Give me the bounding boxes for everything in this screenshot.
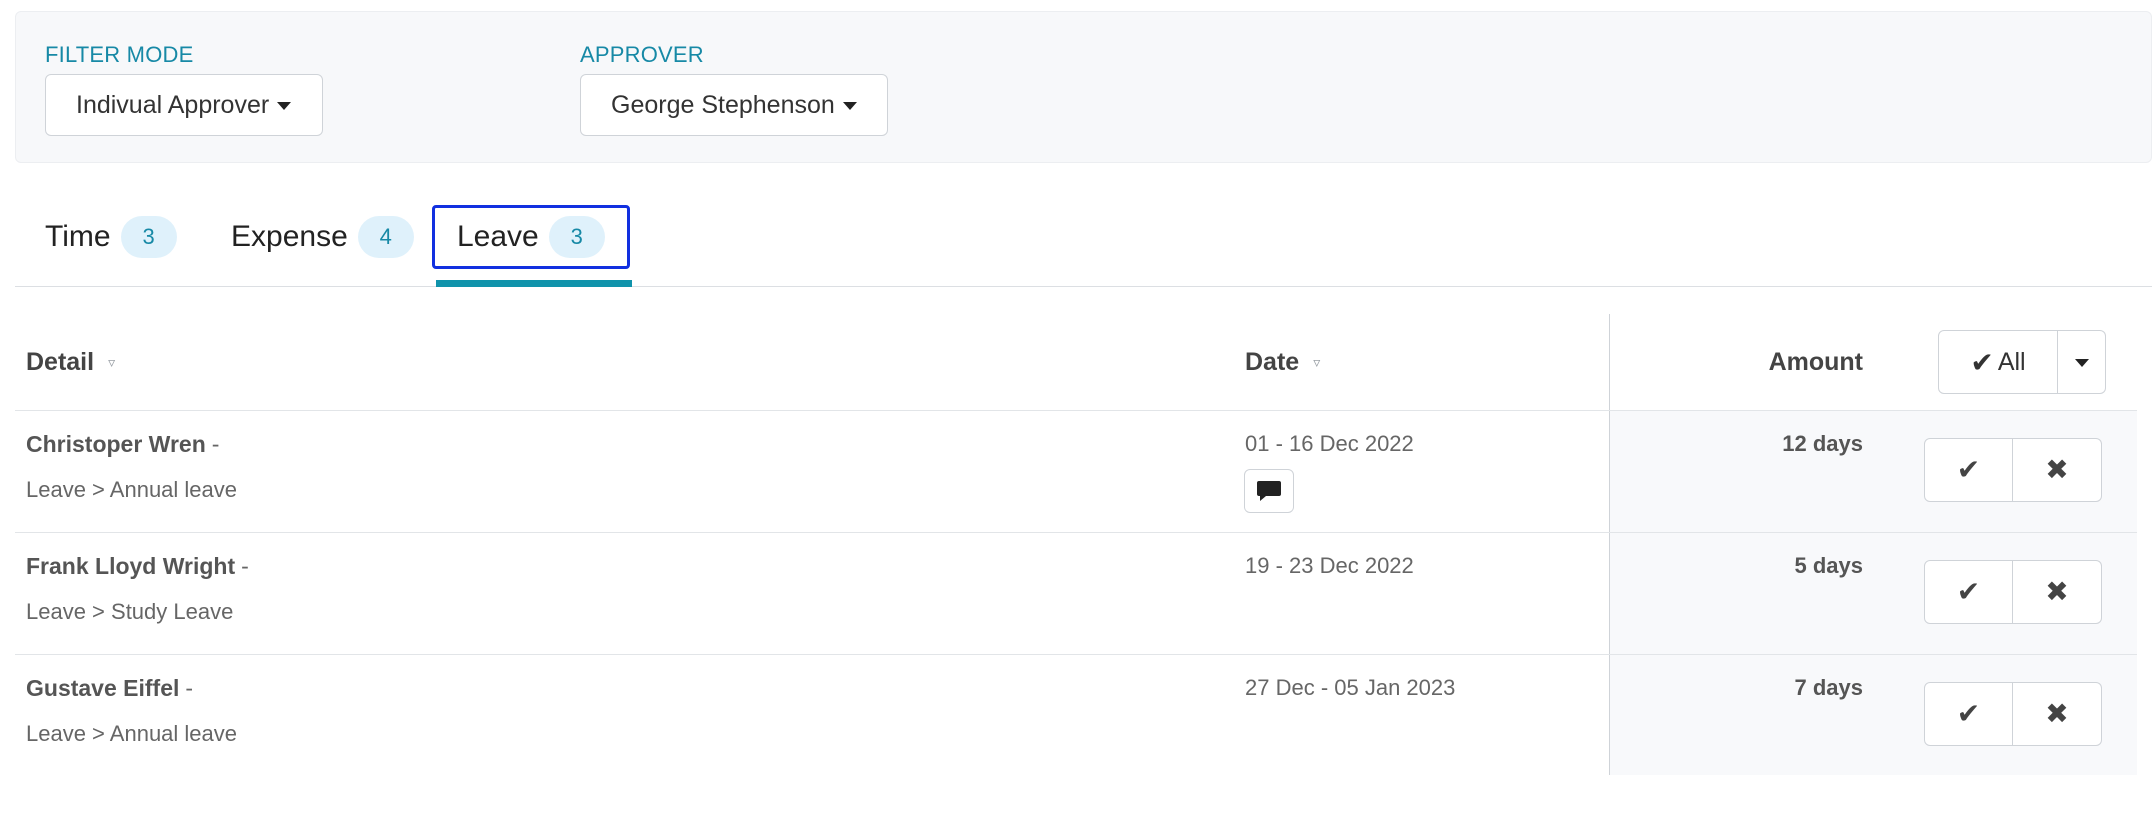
employee-name: Frank Lloyd Wright - bbox=[26, 553, 249, 579]
filter-mode-dropdown[interactable]: Indivual Approver bbox=[45, 74, 323, 136]
reject-button[interactable]: ✖ bbox=[2013, 682, 2102, 746]
detail-header-label: Detail bbox=[26, 348, 95, 376]
count-badge: 3 bbox=[120, 216, 177, 258]
sort-icon: ▿ bbox=[1313, 354, 1321, 370]
filter-panel: FILTER MODE Indivual Approver APPROVER G… bbox=[15, 11, 2152, 163]
amount-header-label: Amount bbox=[1768, 348, 1863, 376]
tab-label: Time bbox=[45, 220, 111, 253]
leave-approval-table: Detail ▿ Date ▿ Amount ✔ All Christoper … bbox=[15, 314, 2137, 777]
filter-mode-label: FILTER MODE bbox=[45, 42, 194, 67]
x-icon: ✖ bbox=[2045, 698, 2069, 729]
check-icon: ✔ bbox=[1956, 576, 1981, 607]
leave-amount: 5 days bbox=[1794, 553, 1864, 578]
leave-date: 01 - 16 Dec 2022 bbox=[1245, 431, 1414, 456]
table-header: Detail ▿ Date ▿ Amount ✔ All bbox=[15, 314, 2137, 411]
table-row: Christoper Wren - Leave > Annual leave 01… bbox=[15, 411, 2137, 533]
approve-button[interactable]: ✔ bbox=[1924, 438, 2013, 502]
row-actions: ✔ ✖ bbox=[1924, 682, 2102, 746]
approve-all-button[interactable]: ✔ All bbox=[1938, 330, 2058, 394]
tab-time[interactable]: Time 3 bbox=[45, 205, 177, 269]
tab-label: Expense bbox=[231, 220, 348, 253]
active-tab-indicator bbox=[436, 280, 632, 287]
x-icon: ✖ bbox=[2045, 454, 2069, 485]
leave-category: Leave > Annual leave bbox=[26, 721, 238, 746]
approve-all-label: All bbox=[1997, 347, 2026, 376]
table-row: Frank Lloyd Wright - Leave > Study Leave … bbox=[15, 533, 2137, 655]
leave-date: 27 Dec - 05 Jan 2023 bbox=[1245, 675, 1456, 700]
approver-group: APPROVER George Stephenson bbox=[580, 42, 888, 136]
tab-expense[interactable]: Expense 4 bbox=[231, 205, 414, 269]
filter-mode-value: Indivual Approver bbox=[76, 90, 270, 119]
approve-all-dropdown-button[interactable] bbox=[2058, 330, 2106, 394]
detail-column-header[interactable]: Detail ▿ bbox=[26, 314, 115, 411]
approve-button[interactable]: ✔ bbox=[1924, 682, 2013, 746]
tab-leave[interactable]: Leave 3 bbox=[432, 205, 630, 269]
reject-button[interactable]: ✖ bbox=[2013, 438, 2102, 502]
reject-button[interactable]: ✖ bbox=[2013, 560, 2102, 624]
leave-date: 19 - 23 Dec 2022 bbox=[1245, 553, 1414, 578]
approver-label: APPROVER bbox=[580, 42, 704, 67]
filter-mode-group: FILTER MODE Indivual Approver bbox=[45, 42, 323, 136]
check-icon: ✔ bbox=[1970, 346, 1994, 378]
tab-bar: Time 3 Expense 4 Leave 3 bbox=[15, 205, 2152, 287]
comment-button[interactable] bbox=[1244, 469, 1294, 513]
leave-amount: 12 days bbox=[1782, 431, 1863, 456]
employee-name: Christoper Wren - bbox=[26, 431, 220, 457]
caret-down-icon bbox=[842, 102, 857, 110]
date-header-label: Date bbox=[1245, 348, 1300, 376]
approver-dropdown[interactable]: George Stephenson bbox=[580, 74, 888, 136]
x-icon: ✖ bbox=[2045, 576, 2069, 607]
approve-all-group: ✔ All bbox=[1938, 330, 2106, 394]
sort-icon: ▿ bbox=[108, 354, 116, 370]
count-badge: 3 bbox=[548, 216, 605, 258]
count-badge: 4 bbox=[357, 216, 414, 258]
caret-down-icon bbox=[277, 102, 292, 110]
row-actions: ✔ ✖ bbox=[1924, 560, 2102, 624]
date-column-header[interactable]: Date ▿ bbox=[1245, 314, 1320, 411]
approver-value: George Stephenson bbox=[611, 90, 835, 119]
comment-icon bbox=[1257, 481, 1281, 501]
tab-label: Leave bbox=[457, 220, 539, 253]
leave-category: Leave > Annual leave bbox=[26, 477, 238, 502]
approve-button[interactable]: ✔ bbox=[1924, 560, 2013, 624]
employee-name: Gustave Eiffel - bbox=[26, 675, 194, 701]
leave-amount: 7 days bbox=[1794, 675, 1864, 700]
amount-column-header: Amount bbox=[1615, 314, 1863, 411]
check-icon: ✔ bbox=[1956, 698, 1981, 729]
leave-category: Leave > Study Leave bbox=[26, 599, 234, 624]
check-icon: ✔ bbox=[1956, 454, 1981, 485]
row-actions: ✔ ✖ bbox=[1924, 438, 2102, 502]
caret-down-icon bbox=[2074, 359, 2089, 367]
table-row: Gustave Eiffel - Leave > Annual leave 27 … bbox=[15, 655, 2137, 777]
